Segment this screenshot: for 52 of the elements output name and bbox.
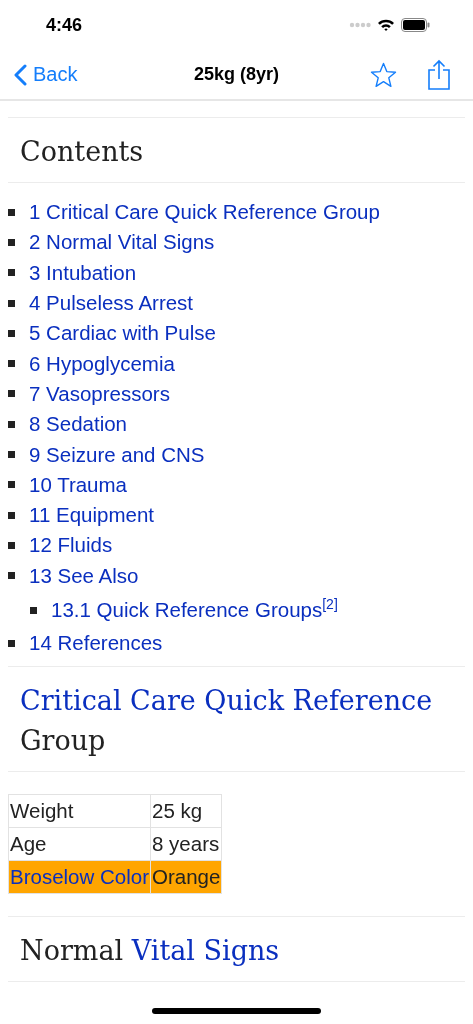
wifi-icon [377,18,395,32]
bullet-icon [8,572,15,580]
bullet-icon [8,360,15,368]
table-cell: Weight [8,794,151,828]
contents-link[interactable]: 4 Pulseless Arrest [29,291,194,316]
contents-link[interactable]: 13.1 Quick Reference Groups$^{[2]}$ [51,598,338,623]
signal-icon [349,22,371,28]
bullet-icon [8,269,15,277]
contents-link[interactable]: 7 Vasopressors [29,381,170,406]
share-icon [427,58,451,91]
clock-time: 4:46 [46,14,84,36]
bullet-icon [8,541,15,549]
table-cell: Orange [150,860,222,894]
page-title: 25kg (8yr) [194,64,279,85]
heading-text: Group [20,725,106,757]
heading-text: Normal [20,935,124,967]
bullet-icon [8,208,15,216]
contents-link[interactable]: 8 Sedation [29,412,128,437]
contents-link[interactable]: 10 Trauma [29,472,127,497]
favorite-button[interactable] [370,61,397,88]
bullet-icon [8,481,15,489]
table-cell: 25 kg [150,794,222,828]
table-cell[interactable]: Broselow Color [8,860,151,894]
bullet-icon [8,329,15,337]
back-button[interactable]: Back [14,63,78,86]
chevron-icon [14,63,27,86]
contents-link[interactable]: 5 Cardiac with Pulse [29,321,216,346]
contents-link[interactable]: 9 Seizure and CNS [29,442,205,467]
bullet-icon [8,420,15,428]
contents-link[interactable]: 1 Critical Care Quick Reference Group [29,200,380,225]
bullet-icon [8,511,15,519]
star-icon [370,61,397,88]
contents-heading: Contents [19,135,145,169]
battery-icon [401,18,430,32]
table-cell: 8 years [150,827,222,861]
bullet-icon [8,299,15,307]
bullet-icon [8,451,15,458]
share-button[interactable] [427,58,451,91]
heading-link[interactable]: Vital Signs [131,935,280,967]
contents-link[interactable]: 2 Normal Vital Signs [29,230,215,255]
contents-link[interactable]: 14 References [29,631,163,655]
contents-link[interactable]: 6 Hypoglycemia [29,351,175,376]
heading-link[interactable]: Critical Care Quick Reference [20,685,433,717]
bullet-icon [8,390,15,398]
contents-link[interactable]: 12 Fluids [29,533,113,558]
contents-link[interactable]: 13 See Also [29,563,139,588]
contents-link[interactable]: 3 Intubation [29,260,137,285]
bullet-icon [8,639,15,647]
contents-link[interactable]: 11 Equipment [29,503,154,528]
table-cell: Age [8,827,151,861]
bullet-icon [8,238,15,246]
bullet-icon [30,606,37,614]
